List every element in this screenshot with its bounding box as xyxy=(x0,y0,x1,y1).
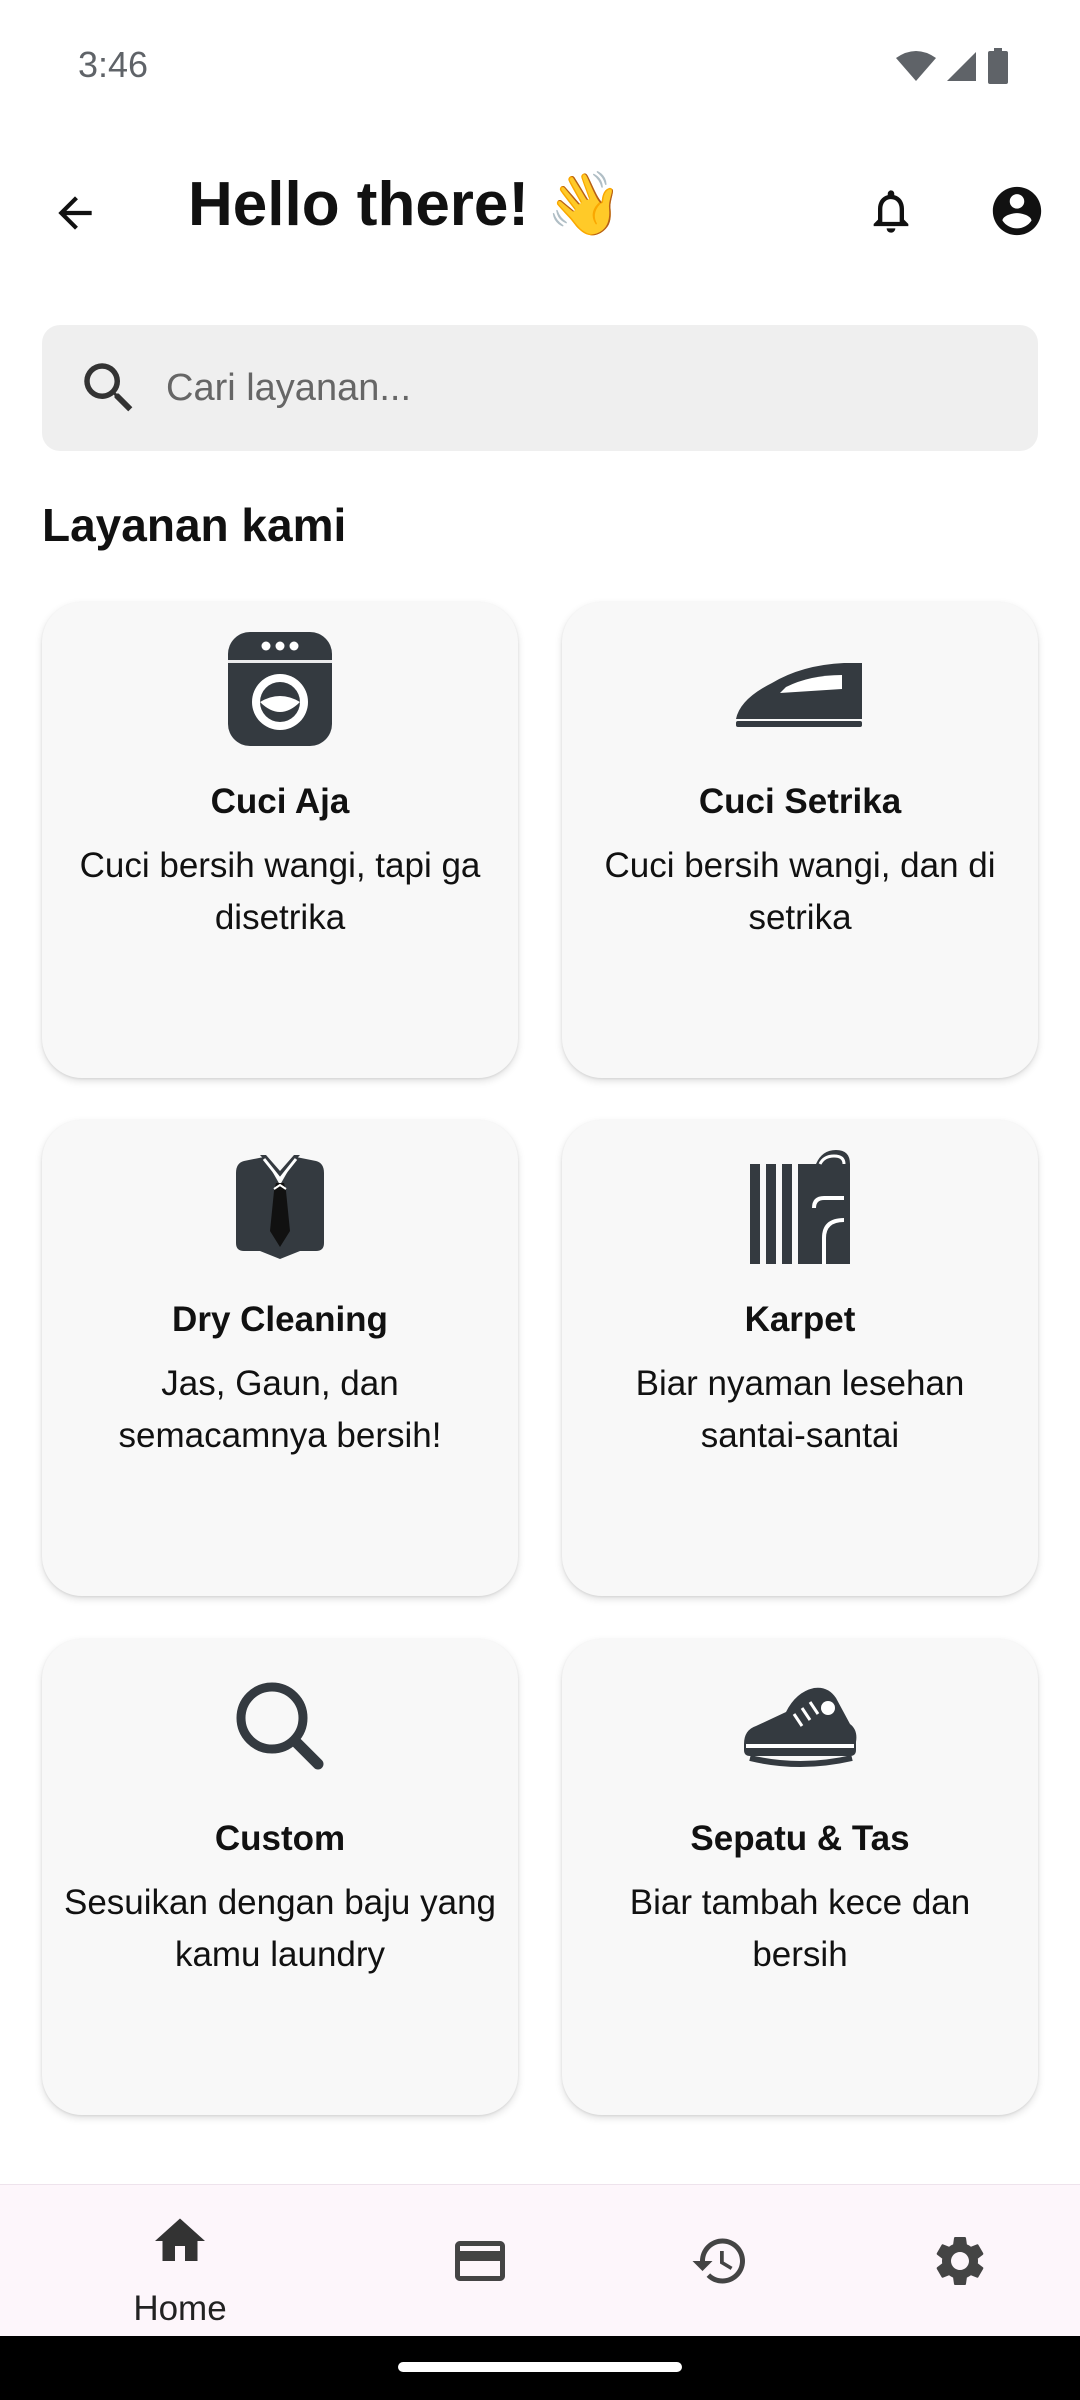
service-title: Custom xyxy=(214,1819,346,1858)
cellular-signal-icon xyxy=(947,52,976,81)
account-circle-icon xyxy=(992,186,1042,236)
service-card-cuci-setrika[interactable]: Cuci Setrika Cuci bersih wangi, dan di s… xyxy=(562,602,1038,1078)
status-icons xyxy=(896,48,1008,84)
status-bar: 3:46 xyxy=(0,0,1080,134)
nav-item-settings[interactable] xyxy=(825,2185,1080,2337)
notifications-button[interactable] xyxy=(856,176,926,246)
service-title: Sepatu & Tas xyxy=(690,1819,910,1858)
service-title: Cuci Setrika xyxy=(698,782,902,821)
back-button[interactable] xyxy=(40,178,110,248)
status-time: 3:46 xyxy=(78,44,149,85)
arrow-back-icon xyxy=(58,196,92,230)
search-icon xyxy=(84,363,133,412)
bell-icon xyxy=(873,190,909,233)
sneaker-icon xyxy=(744,1687,857,1767)
home-gesture-handle[interactable] xyxy=(398,2362,682,2372)
service-description: Sesuikan dengan baju yang kamu laundry xyxy=(63,1883,496,1974)
service-title: Dry Cleaning xyxy=(172,1300,388,1339)
page-title: Hello there! 👋 xyxy=(188,170,624,239)
profile-button[interactable] xyxy=(982,176,1052,246)
nav-item-payment[interactable] xyxy=(345,2185,615,2337)
bottom-navigation: Home xyxy=(0,2184,1080,2336)
history-icon xyxy=(692,2238,745,2284)
search-bar[interactable] xyxy=(42,325,1038,451)
nav-item-home[interactable]: Home xyxy=(45,2185,315,2337)
home-screen: 3:46 Hello there! 👋 Cari layanan... Laya… xyxy=(0,0,1080,2400)
search-icon xyxy=(236,1682,324,1770)
service-card-karpet[interactable]: Karpet Biar nyaman lesehan santai-santai xyxy=(562,1120,1038,1596)
home-icon xyxy=(155,2218,205,2261)
nav-item-history[interactable] xyxy=(585,2185,855,2337)
battery-icon xyxy=(988,48,1008,84)
service-description: Cuci bersih wangi, dan di setrika xyxy=(604,846,996,937)
service-description: Biar tambah kece dan bersih xyxy=(629,1883,971,1974)
washing-machine-icon xyxy=(228,632,332,746)
app-header: Hello there! 👋 xyxy=(0,150,1080,270)
service-description: Biar nyaman lesehan santai-santai xyxy=(635,1364,965,1455)
service-card-dry-cleaning[interactable]: Dry Cleaning Jas, Gaun, dan semacamnya b… xyxy=(42,1120,518,1596)
settings-icon xyxy=(936,2237,984,2285)
iron-icon xyxy=(736,663,862,727)
wifi-icon xyxy=(896,51,936,81)
nav-label-home: Home xyxy=(133,2289,227,2328)
suit-icon xyxy=(236,1155,324,1259)
payment-card-icon xyxy=(455,2241,505,2281)
service-card-sepatu-tas[interactable]: Sepatu & Tas Biar tambah kece dan bersih xyxy=(562,1639,1038,2115)
service-description: Jas, Gaun, dan semacamnya bersih! xyxy=(118,1364,442,1455)
service-title: Cuci Aja xyxy=(210,782,350,821)
carpet-icon xyxy=(750,1150,850,1264)
service-card-custom[interactable]: Custom Sesuikan dengan baju yang kamu la… xyxy=(42,1639,518,2115)
section-title: Layanan kami xyxy=(42,499,347,551)
service-title: Karpet xyxy=(744,1300,856,1339)
service-card-cuci-aja[interactable]: Cuci Aja Cuci bersih wangi, tapi ga dise… xyxy=(42,602,518,1078)
search-input[interactable] xyxy=(166,325,1006,451)
gesture-navigation-bar xyxy=(0,2336,1080,2400)
service-description: Cuci bersih wangi, tapi ga disetrika xyxy=(79,846,481,937)
